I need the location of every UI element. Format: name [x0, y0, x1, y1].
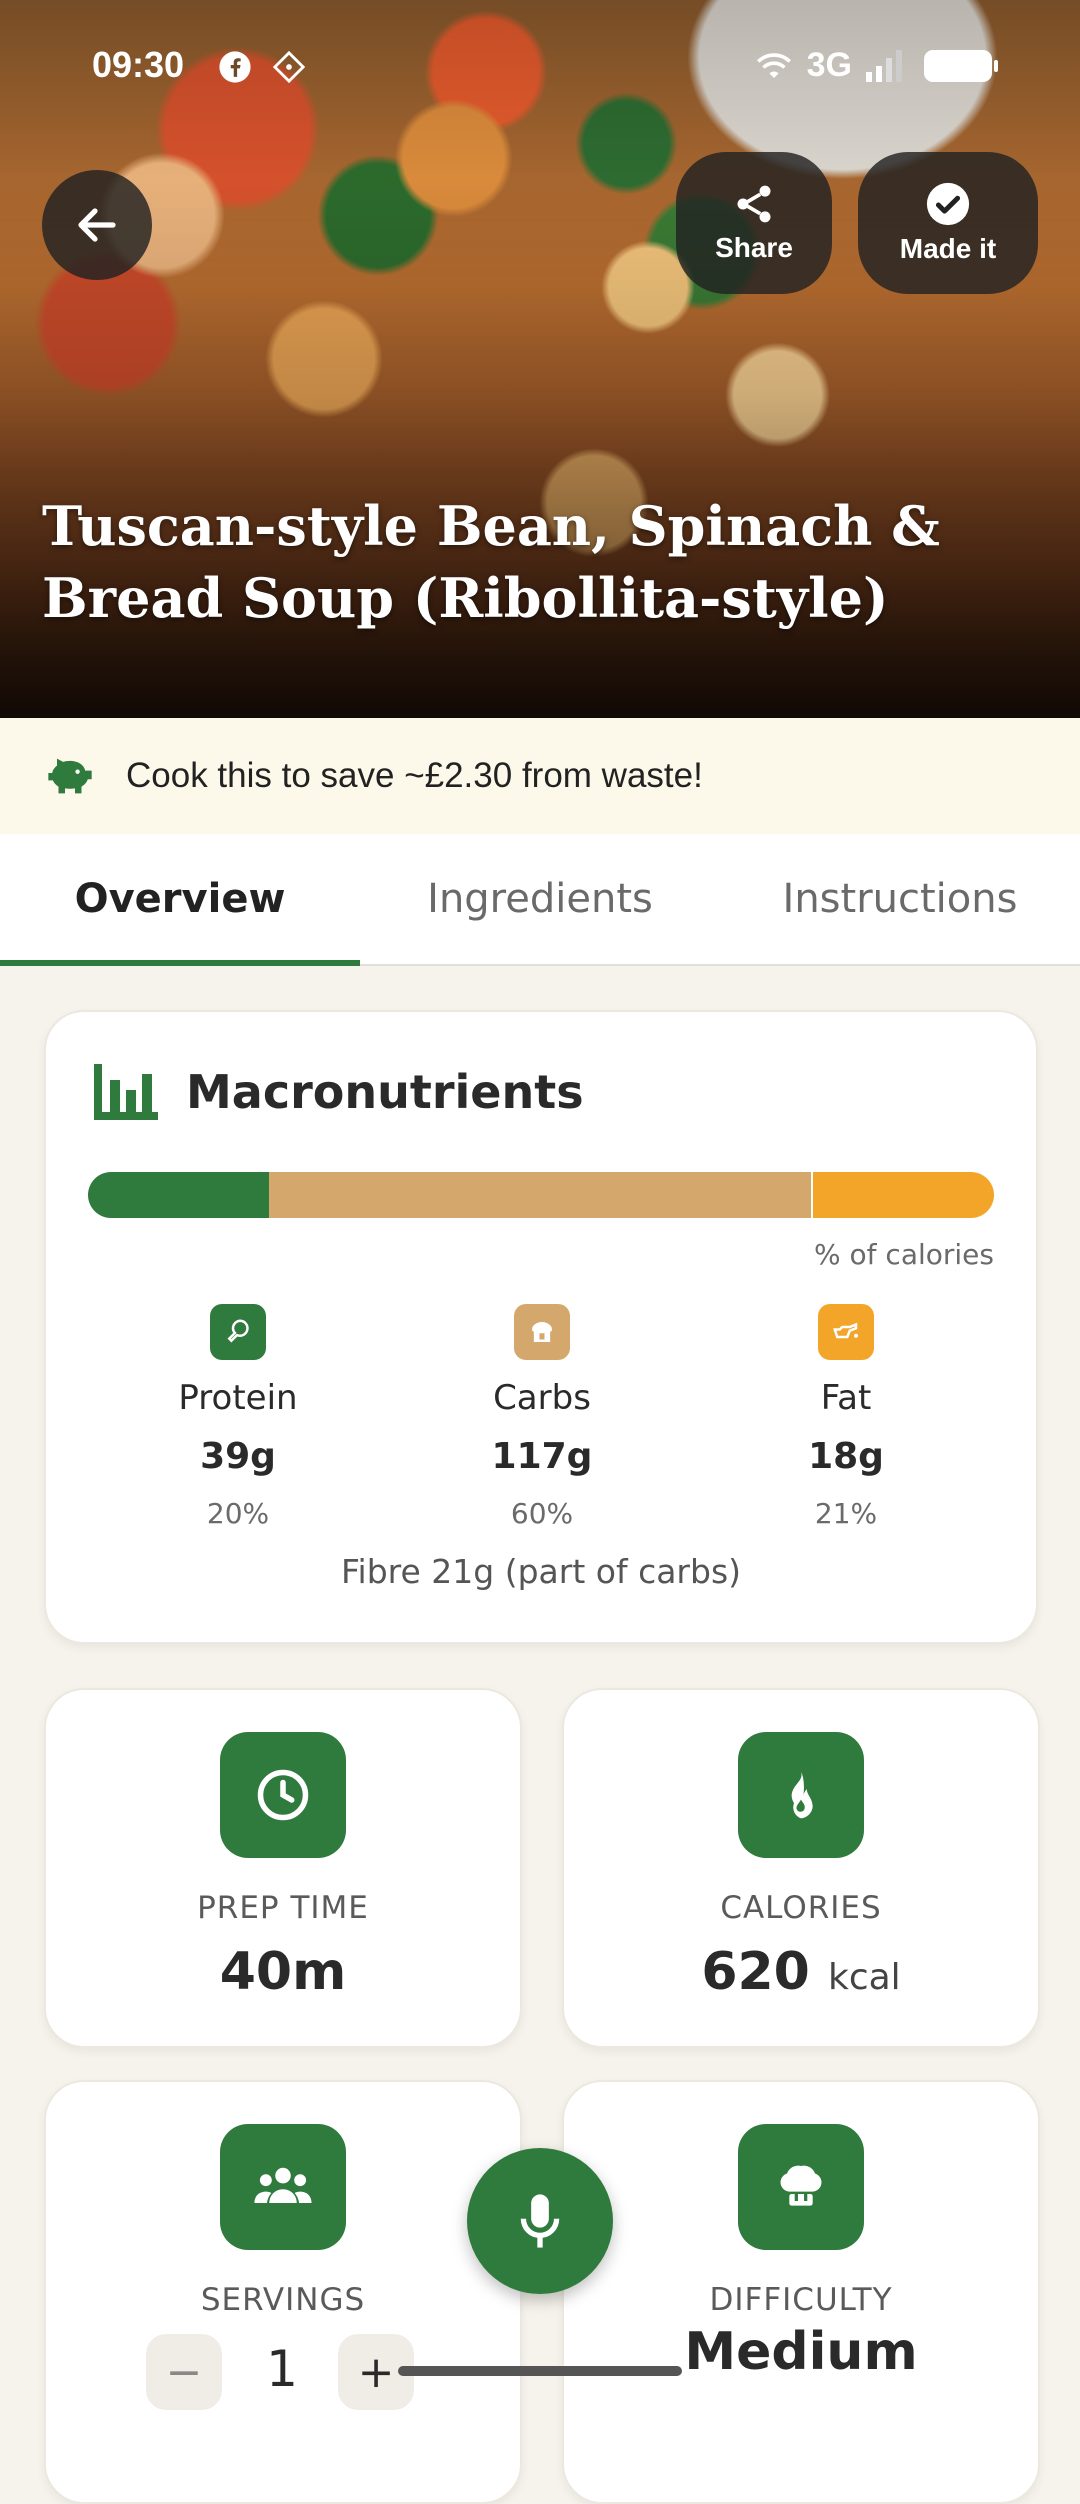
macro-amount: 18g	[808, 1436, 884, 1477]
macro-fat: Fat 18g 21%	[736, 1304, 956, 1530]
percent-of-calories-caption: % of calories	[814, 1238, 994, 1271]
back-button[interactable]	[42, 170, 152, 280]
diamond-app-icon	[272, 50, 306, 84]
voice-assistant-button[interactable]	[467, 2148, 613, 2294]
macro-percent: 20%	[206, 1497, 270, 1530]
bar-chart-icon	[94, 1064, 158, 1120]
calories-unit: kcal	[827, 1957, 901, 1998]
difficulty-card: DIFFICULTY Medium	[562, 2080, 1040, 2504]
oil-icon	[818, 1304, 874, 1360]
share-label: Share	[715, 232, 793, 263]
macronutrients-title: Macronutrients	[186, 1065, 584, 1119]
prep-time-card: PREP TIME 40m	[44, 1688, 522, 2048]
people-icon	[220, 2124, 346, 2250]
macro-amount: 117g	[491, 1436, 593, 1477]
difficulty-label: DIFFICULTY	[709, 2282, 893, 2318]
tab-bar: Overview Ingredients Instructions	[0, 834, 1080, 966]
calories-label: CALORIES	[720, 1890, 882, 1926]
flame-icon	[738, 1732, 864, 1858]
macro-name: Carbs	[493, 1378, 591, 1418]
share-icon	[737, 185, 771, 223]
clock-icon	[220, 1732, 346, 1858]
facebook-icon	[219, 51, 251, 83]
prep-time-value: 40m	[219, 1942, 347, 2002]
macro-carbs: Carbs 117g 60%	[432, 1304, 652, 1530]
battery-icon	[924, 49, 998, 82]
calories-card: CALORIES 620 kcal	[562, 1688, 1040, 2048]
status-bar: 09:30 3G	[0, 0, 1080, 134]
wifi-icon	[756, 52, 791, 78]
macro-bar-protein	[88, 1172, 269, 1218]
macro-name: Fat	[820, 1378, 872, 1418]
recipe-title: Tuscan-style Bean, Spinach & Bread Soup …	[42, 490, 1022, 634]
fibre-note: Fibre 21g (part of carbs)	[340, 1552, 742, 1591]
share-button[interactable]: Share	[676, 152, 832, 294]
servings-card: SERVINGS	[44, 2080, 522, 2504]
macro-percent: 21%	[814, 1497, 878, 1530]
macro-amount: 39g	[200, 1436, 276, 1477]
signal-icon	[866, 49, 902, 82]
prep-time-label: PREP TIME	[197, 1890, 369, 1926]
piggy-bank-icon	[48, 758, 92, 794]
calories-value: 620	[701, 1942, 810, 2002]
waste-savings-banner: Cook this to save ~£2.30 from waste!	[0, 718, 1080, 836]
macro-protein: Protein 39g 20%	[128, 1304, 348, 1530]
arrow-left-icon	[78, 208, 116, 242]
servings-value: 1	[266, 2340, 298, 2398]
network-type: 3G	[806, 46, 852, 84]
macro-bar-carbs	[268, 1172, 814, 1218]
macro-percent: 60%	[510, 1497, 574, 1530]
tab-ingredients[interactable]: Ingredients	[360, 834, 720, 964]
macro-name: Protein	[178, 1378, 298, 1418]
tab-instructions[interactable]: Instructions	[720, 834, 1080, 964]
status-time: 09:30	[92, 44, 185, 85]
servings-decrease-button[interactable]: −	[146, 2334, 222, 2410]
protein-icon	[210, 1304, 266, 1360]
calories-value-row: 620 kcal	[564, 1942, 1038, 2002]
servings-label: SERVINGS	[200, 2282, 366, 2318]
bread-icon	[514, 1304, 570, 1360]
microphone-icon	[520, 2194, 560, 2248]
macro-calorie-bar	[88, 1172, 994, 1218]
made-it-label: Made it	[899, 233, 997, 264]
home-indicator[interactable]	[398, 2366, 682, 2376]
tab-overview[interactable]: Overview	[0, 834, 360, 966]
made-it-button[interactable]: Made it	[858, 152, 1038, 294]
chef-hat-icon	[738, 2124, 864, 2250]
recipe-title-line2: Bread Soup (Ribollita-style)	[42, 566, 889, 630]
waste-banner-text: Cook this to save ~£2.30 from waste!	[126, 756, 703, 795]
macronutrients-card: Macronutrients % of calories Protein 39g…	[44, 1010, 1038, 1644]
recipe-title-line1: Tuscan-style Bean, Spinach &	[42, 494, 940, 558]
check-circle-icon	[926, 182, 970, 226]
macro-bar-fat	[813, 1172, 994, 1218]
